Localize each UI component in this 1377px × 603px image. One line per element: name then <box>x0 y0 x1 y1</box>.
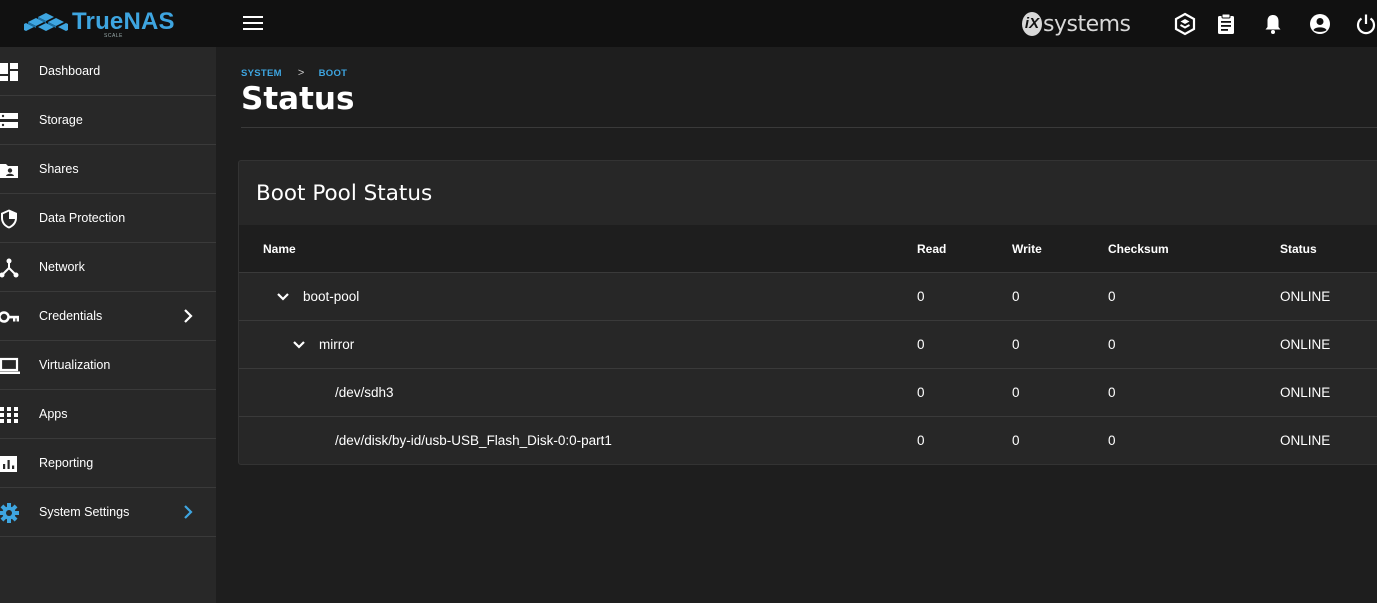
sidebar-item-reporting[interactable]: Reporting <box>0 439 216 488</box>
cell-status: ONLINE <box>1280 385 1331 400</box>
table-row[interactable]: /dev/sdh3 0 0 0 ONLINE <box>239 369 1377 417</box>
power-icon <box>1356 14 1376 35</box>
cell-name: /dev/disk/by-id/usb-USB_Flash_Disk-0:0-p… <box>335 433 612 448</box>
ixsystems-logo[interactable]: iX systems <box>1022 10 1131 38</box>
truenas-logo-icon <box>24 13 68 31</box>
sidebar-item-label: Credentials <box>39 309 103 323</box>
account-button[interactable] <box>1308 12 1332 36</box>
page-title: Status <box>241 81 355 117</box>
cell-status: ONLINE <box>1280 433 1331 448</box>
laptop-icon <box>0 357 20 374</box>
column-header-status[interactable]: Status <box>1280 242 1317 256</box>
sidebar-item-data-protection[interactable]: Data Protection <box>0 194 216 243</box>
bell-icon <box>1265 15 1281 34</box>
sidebar-item-virtualization[interactable]: Virtualization <box>0 341 216 390</box>
ixsystems-text: systems <box>1043 11 1131 37</box>
sidebar-item-label: Apps <box>39 407 68 421</box>
table-row[interactable]: /dev/disk/by-id/usb-USB_Flash_Disk-0:0-p… <box>239 417 1377 464</box>
sidebar-item-label: Data Protection <box>39 211 126 225</box>
column-header-write[interactable]: Write <box>1012 242 1042 256</box>
sidebar-item-label: Reporting <box>39 456 94 470</box>
column-header-name[interactable]: Name <box>263 242 296 256</box>
storage-icon <box>0 113 18 128</box>
cell-read: 0 <box>917 433 925 448</box>
sidebar-item-storage[interactable]: Storage <box>0 96 216 145</box>
top-bar: TrueNAS SCALE iX systems <box>0 0 1377 47</box>
cell-name: mirror <box>319 337 355 352</box>
sidebar-item-label: Virtualization <box>39 358 111 372</box>
sidebar-item-system-settings[interactable]: System Settings <box>0 488 216 537</box>
chevron-right-icon <box>184 309 193 323</box>
cell-write: 0 <box>1012 385 1020 400</box>
network-icon <box>0 258 19 278</box>
boot-pool-table: Name Read Write Checksum Status boot-poo… <box>239 225 1377 464</box>
main-content: SYSTEM > BOOT Status Boot Pool Status Na… <box>216 47 1377 603</box>
menu-icon <box>243 16 263 30</box>
account-icon <box>1310 14 1330 34</box>
cell-checksum: 0 <box>1108 289 1116 304</box>
cell-name: boot-pool <box>303 289 360 304</box>
shield-icon <box>1 209 17 229</box>
sidebar-item-label: Network <box>39 260 85 274</box>
gear-icon <box>0 503 19 523</box>
sidebar-item-label: System Settings <box>39 505 130 519</box>
sidebar-item-dashboard[interactable]: Dashboard <box>0 47 216 96</box>
cell-write: 0 <box>1012 433 1020 448</box>
divider <box>241 127 1377 128</box>
logo-subtext: SCALE <box>104 33 123 39</box>
logo-text: TrueNAS <box>72 8 175 35</box>
sidebar-item-network[interactable]: Network <box>0 243 216 292</box>
boot-pool-status-card: Boot Pool Status Name Read Write Checksu… <box>238 160 1377 465</box>
dashboard-icon <box>0 63 18 81</box>
bar-chart-icon <box>0 456 17 472</box>
card-title: Boot Pool Status <box>256 181 433 206</box>
chevron-down-icon[interactable] <box>275 289 291 305</box>
sidebar-item-apps[interactable]: Apps <box>0 390 216 439</box>
truenas-logo[interactable]: TrueNAS SCALE <box>24 8 175 40</box>
alerts-button[interactable] <box>1261 12 1285 36</box>
chevron-right-icon <box>184 505 193 519</box>
cell-checksum: 0 <box>1108 385 1116 400</box>
cell-name: /dev/sdh3 <box>335 385 394 400</box>
truecommand-button[interactable] <box>1173 12 1197 36</box>
table-row[interactable]: mirror 0 0 0 ONLINE <box>239 321 1377 369</box>
apps-grid-icon <box>0 407 18 423</box>
cell-read: 0 <box>917 337 925 352</box>
shares-icon <box>0 164 18 178</box>
cell-status: ONLINE <box>1280 289 1331 304</box>
chevron-down-icon[interactable] <box>291 337 307 353</box>
ix-badge: iX <box>1022 12 1042 36</box>
cell-status: ONLINE <box>1280 337 1331 352</box>
cell-checksum: 0 <box>1108 433 1116 448</box>
power-button[interactable] <box>1354 12 1377 36</box>
column-header-checksum[interactable]: Checksum <box>1108 242 1169 256</box>
sidebar-item-label: Shares <box>39 162 79 176</box>
table-row[interactable]: boot-pool 0 0 0 ONLINE <box>239 273 1377 321</box>
breadcrumb-system[interactable]: SYSTEM <box>241 68 282 79</box>
sidebar: Dashboard Storage Shares Data Protection <box>0 47 216 603</box>
key-icon <box>0 311 19 323</box>
breadcrumb: SYSTEM > BOOT <box>241 67 347 79</box>
sidebar-item-shares[interactable]: Shares <box>0 145 216 194</box>
clipboard-icon <box>1218 13 1234 34</box>
sidebar-item-credentials[interactable]: Credentials <box>0 292 216 341</box>
cell-read: 0 <box>917 289 925 304</box>
tasks-button[interactable] <box>1214 12 1238 36</box>
truecommand-icon <box>1174 12 1196 36</box>
sidebar-item-label: Dashboard <box>39 64 101 78</box>
table-header: Name Read Write Checksum Status <box>239 225 1377 273</box>
breadcrumb-boot[interactable]: BOOT <box>319 68 348 79</box>
cell-write: 0 <box>1012 337 1020 352</box>
column-header-read[interactable]: Read <box>917 242 946 256</box>
cell-read: 0 <box>917 385 925 400</box>
breadcrumb-separator: > <box>297 67 305 79</box>
cell-checksum: 0 <box>1108 337 1116 352</box>
cell-write: 0 <box>1012 289 1020 304</box>
sidebar-item-label: Storage <box>39 113 83 127</box>
menu-toggle-button[interactable] <box>241 11 265 35</box>
